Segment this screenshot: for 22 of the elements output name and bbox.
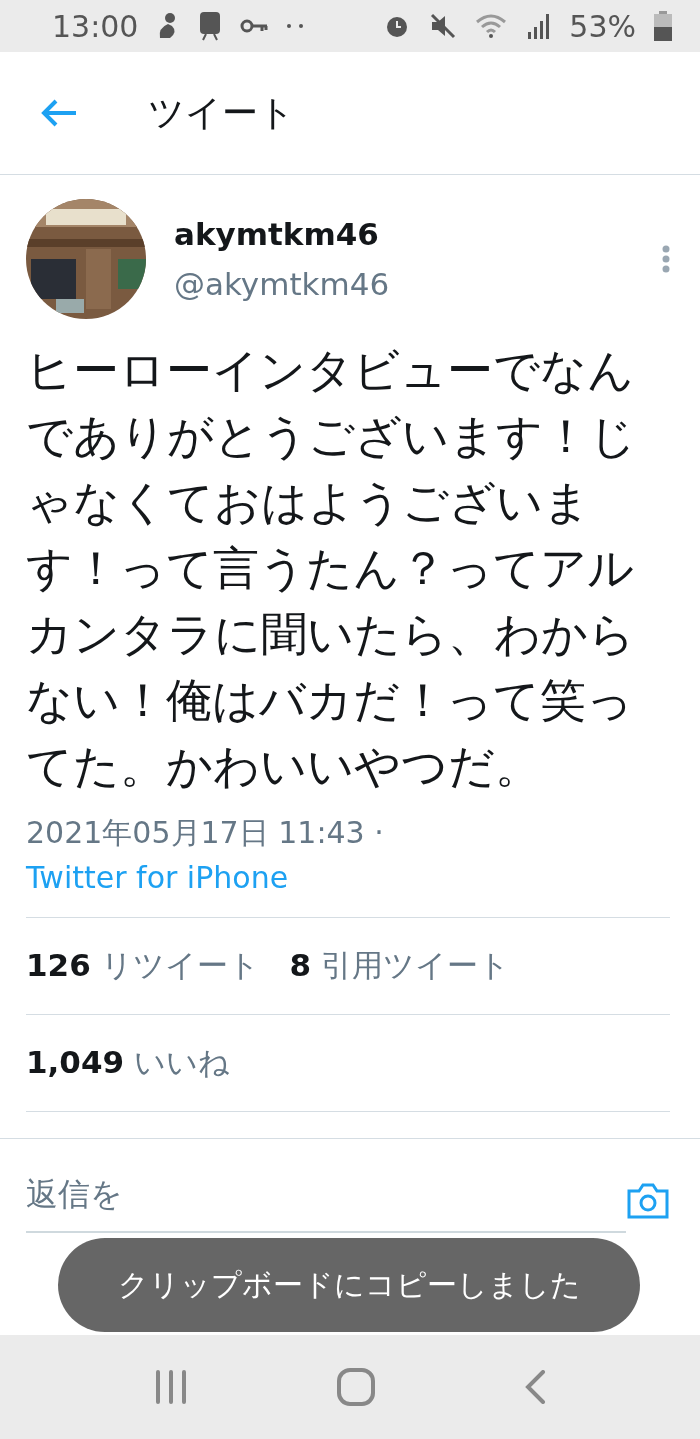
battery-text: 53% — [569, 8, 636, 44]
signal-icon — [527, 12, 552, 40]
status-time: 13:00 — [52, 8, 139, 44]
home-icon[interactable] — [337, 1368, 375, 1406]
back-arrow-icon[interactable] — [40, 98, 78, 128]
tweet-text: ヒーローインタビューでなんでありがとうございます！じゃなくておはようございます！って言うたん？ってアルカンタラに聞いたら、わからない！俺はバカだ！って笑ってた。かわいいやつだ。 — [26, 342, 636, 795]
author-handle: @akymtkm46 — [174, 266, 391, 302]
recent-apps-icon[interactable] — [154, 1370, 189, 1404]
stat-text[interactable]: 8 引用ツイート — [289, 945, 510, 987]
likes-text[interactable]: 1,049 いいね — [26, 1042, 230, 1084]
tweet-timestamp: 2021年05月17日 11:43 · — [26, 814, 385, 852]
key-icon — [240, 18, 269, 34]
back-icon[interactable] — [523, 1370, 546, 1404]
author-name: akymtkm46 — [174, 216, 380, 252]
camera-icon[interactable] — [626, 1182, 670, 1220]
stat-text[interactable]: 126 リツイート — [26, 945, 260, 987]
battery-icon — [654, 11, 672, 41]
mute-icon — [429, 12, 458, 40]
toast-message: クリップボードにコピーしました — [58, 1238, 640, 1332]
dots-icon — [286, 23, 305, 29]
more-icon[interactable] — [662, 245, 670, 273]
header-title: ツイート — [148, 90, 295, 135]
